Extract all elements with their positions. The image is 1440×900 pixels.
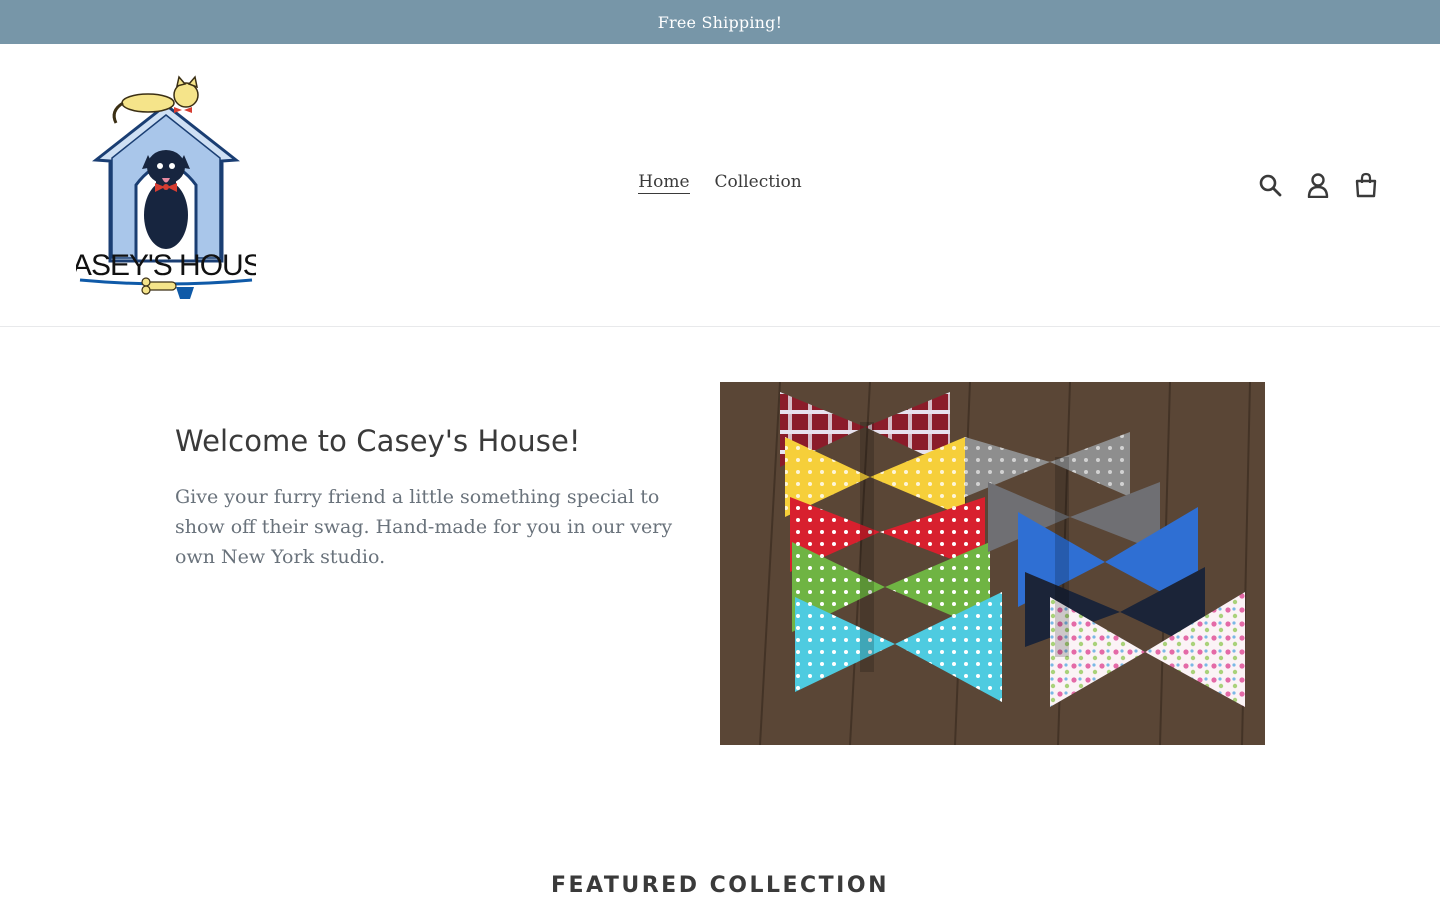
announcement-bar: Free Shipping! xyxy=(0,0,1440,44)
hero-description: Give your furry friend a little somethin… xyxy=(175,486,673,568)
featured-collection-title: FEATURED COLLECTION xyxy=(550,873,889,898)
svg-text:CASEY'S HOUSE: CASEY'S HOUSE xyxy=(76,249,256,282)
nav-collection[interactable]: Collection xyxy=(715,172,802,194)
announcement-text: Free Shipping! xyxy=(657,12,783,32)
hero-text-block: Welcome to Casey's House! Give your furr… xyxy=(175,424,675,572)
site-header: CASEY'S HOUSE Home Collection xyxy=(0,44,1440,327)
hero-title: Welcome to Casey's House! xyxy=(175,424,581,458)
cart-icon[interactable] xyxy=(1352,171,1380,199)
hero-image-bow-ties xyxy=(720,382,1265,745)
nav-home[interactable]: Home xyxy=(638,172,690,194)
search-icon[interactable] xyxy=(1256,171,1284,199)
main-nav: Home Collection xyxy=(0,172,1440,194)
header-icons xyxy=(1256,171,1380,199)
account-icon[interactable] xyxy=(1304,171,1332,199)
